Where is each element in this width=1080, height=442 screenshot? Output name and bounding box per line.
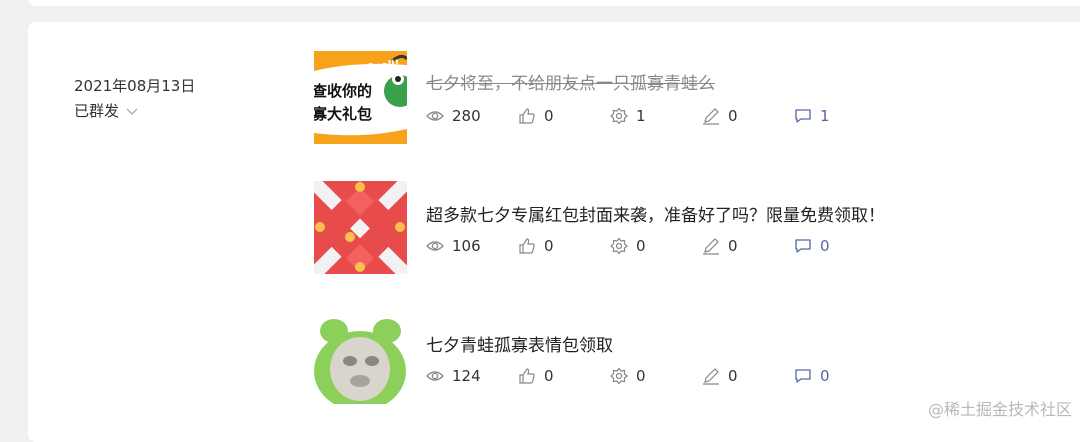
- article-thumbnail[interactable]: Guall! 查收你的 寡大礼包: [314, 51, 407, 144]
- likes-stat: 0: [518, 367, 610, 385]
- article-item[interactable]: 七夕青蛙孤寡表情包领取 124 0 0 0 0: [314, 311, 1054, 404]
- thumbnail-image: Guall! 查收你的 寡大礼包: [314, 51, 407, 144]
- views-count: 124: [452, 367, 481, 385]
- likes-count: 0: [544, 237, 554, 255]
- thumbs-up-icon: [519, 368, 535, 384]
- views-count: 106: [452, 237, 481, 255]
- pencil-icon: [703, 368, 719, 385]
- comments-count: 0: [820, 237, 830, 255]
- views-stat: 106: [426, 237, 518, 255]
- publish-date: 2021年08月13日: [74, 77, 196, 95]
- thumb-caption-1: 查收你的: [314, 82, 372, 100]
- edits-count: 0: [728, 107, 738, 125]
- edits-stat: 0: [702, 367, 794, 385]
- comments-stat[interactable]: 0: [794, 367, 886, 385]
- likes-stat: 0: [518, 237, 610, 255]
- eye-icon: [426, 241, 444, 251]
- chevron-down-icon: [126, 108, 138, 115]
- article-item[interactable]: 超多款七夕专属红包封面来袭，准备好了吗？限量免费领取！ 106 0 0 0 0: [314, 181, 1054, 274]
- comment-icon: [795, 369, 811, 383]
- shares-stat: 0: [610, 367, 702, 385]
- views-count: 280: [452, 107, 481, 125]
- likes-count: 0: [544, 367, 554, 385]
- article-title[interactable]: 超多款七夕专属红包封面来袭，准备好了吗？限量免费领取！: [426, 201, 885, 226]
- shares-count: 0: [636, 367, 646, 385]
- thumb-caption-2: 寡大礼包: [314, 105, 372, 123]
- thumbs-up-icon: [519, 108, 535, 124]
- thumbs-up-icon: [519, 238, 535, 254]
- pencil-icon: [703, 108, 719, 125]
- share-gear-icon: [610, 107, 628, 125]
- edits-count: 0: [728, 367, 738, 385]
- views-stat: 280: [426, 107, 518, 125]
- comments-stat[interactable]: 0: [794, 237, 886, 255]
- article-title[interactable]: 七夕青蛙孤寡表情包领取: [426, 331, 613, 356]
- shares-stat: 0: [610, 237, 702, 255]
- thumbnail-image: [314, 181, 407, 274]
- previous-card: [28, 0, 1080, 6]
- edits-stat: 0: [702, 107, 794, 125]
- views-stat: 124: [426, 367, 518, 385]
- thumbnail-image: [314, 311, 407, 404]
- article-title[interactable]: 七夕将至，不给朋友点一只孤寡青蛙么: [426, 69, 715, 94]
- comments-count: 0: [820, 367, 830, 385]
- likes-count: 0: [544, 107, 554, 125]
- article-thumbnail[interactable]: [314, 181, 407, 274]
- shares-stat: 1: [610, 107, 702, 125]
- comments-stat[interactable]: 1: [794, 107, 886, 125]
- edits-stat: 0: [702, 237, 794, 255]
- shares-count: 0: [636, 237, 646, 255]
- likes-stat: 0: [518, 107, 610, 125]
- article-stats: 124 0 0 0 0: [426, 367, 886, 385]
- share-gear-icon: [610, 237, 628, 255]
- comment-icon: [795, 109, 811, 123]
- eye-icon: [426, 111, 444, 121]
- eye-icon: [426, 371, 444, 381]
- comments-count: 1: [820, 107, 830, 125]
- watermark: @稀土掘金技术社区: [927, 400, 1072, 419]
- pencil-icon: [703, 238, 719, 255]
- article-stats: 280 0 1 0 1: [426, 107, 886, 125]
- comment-icon: [795, 239, 811, 253]
- article-thumbnail[interactable]: [314, 311, 407, 404]
- shares-count: 1: [636, 107, 646, 125]
- article-stats: 106 0 0 0 0: [426, 237, 886, 255]
- status-dropdown[interactable]: 已群发: [74, 100, 139, 121]
- status-label: 已群发: [74, 102, 120, 120]
- article-item[interactable]: Guall! 查收你的 寡大礼包 七夕将至，不给朋友点一只孤寡青蛙么 280 0…: [314, 51, 1054, 144]
- share-gear-icon: [610, 367, 628, 385]
- edits-count: 0: [728, 237, 738, 255]
